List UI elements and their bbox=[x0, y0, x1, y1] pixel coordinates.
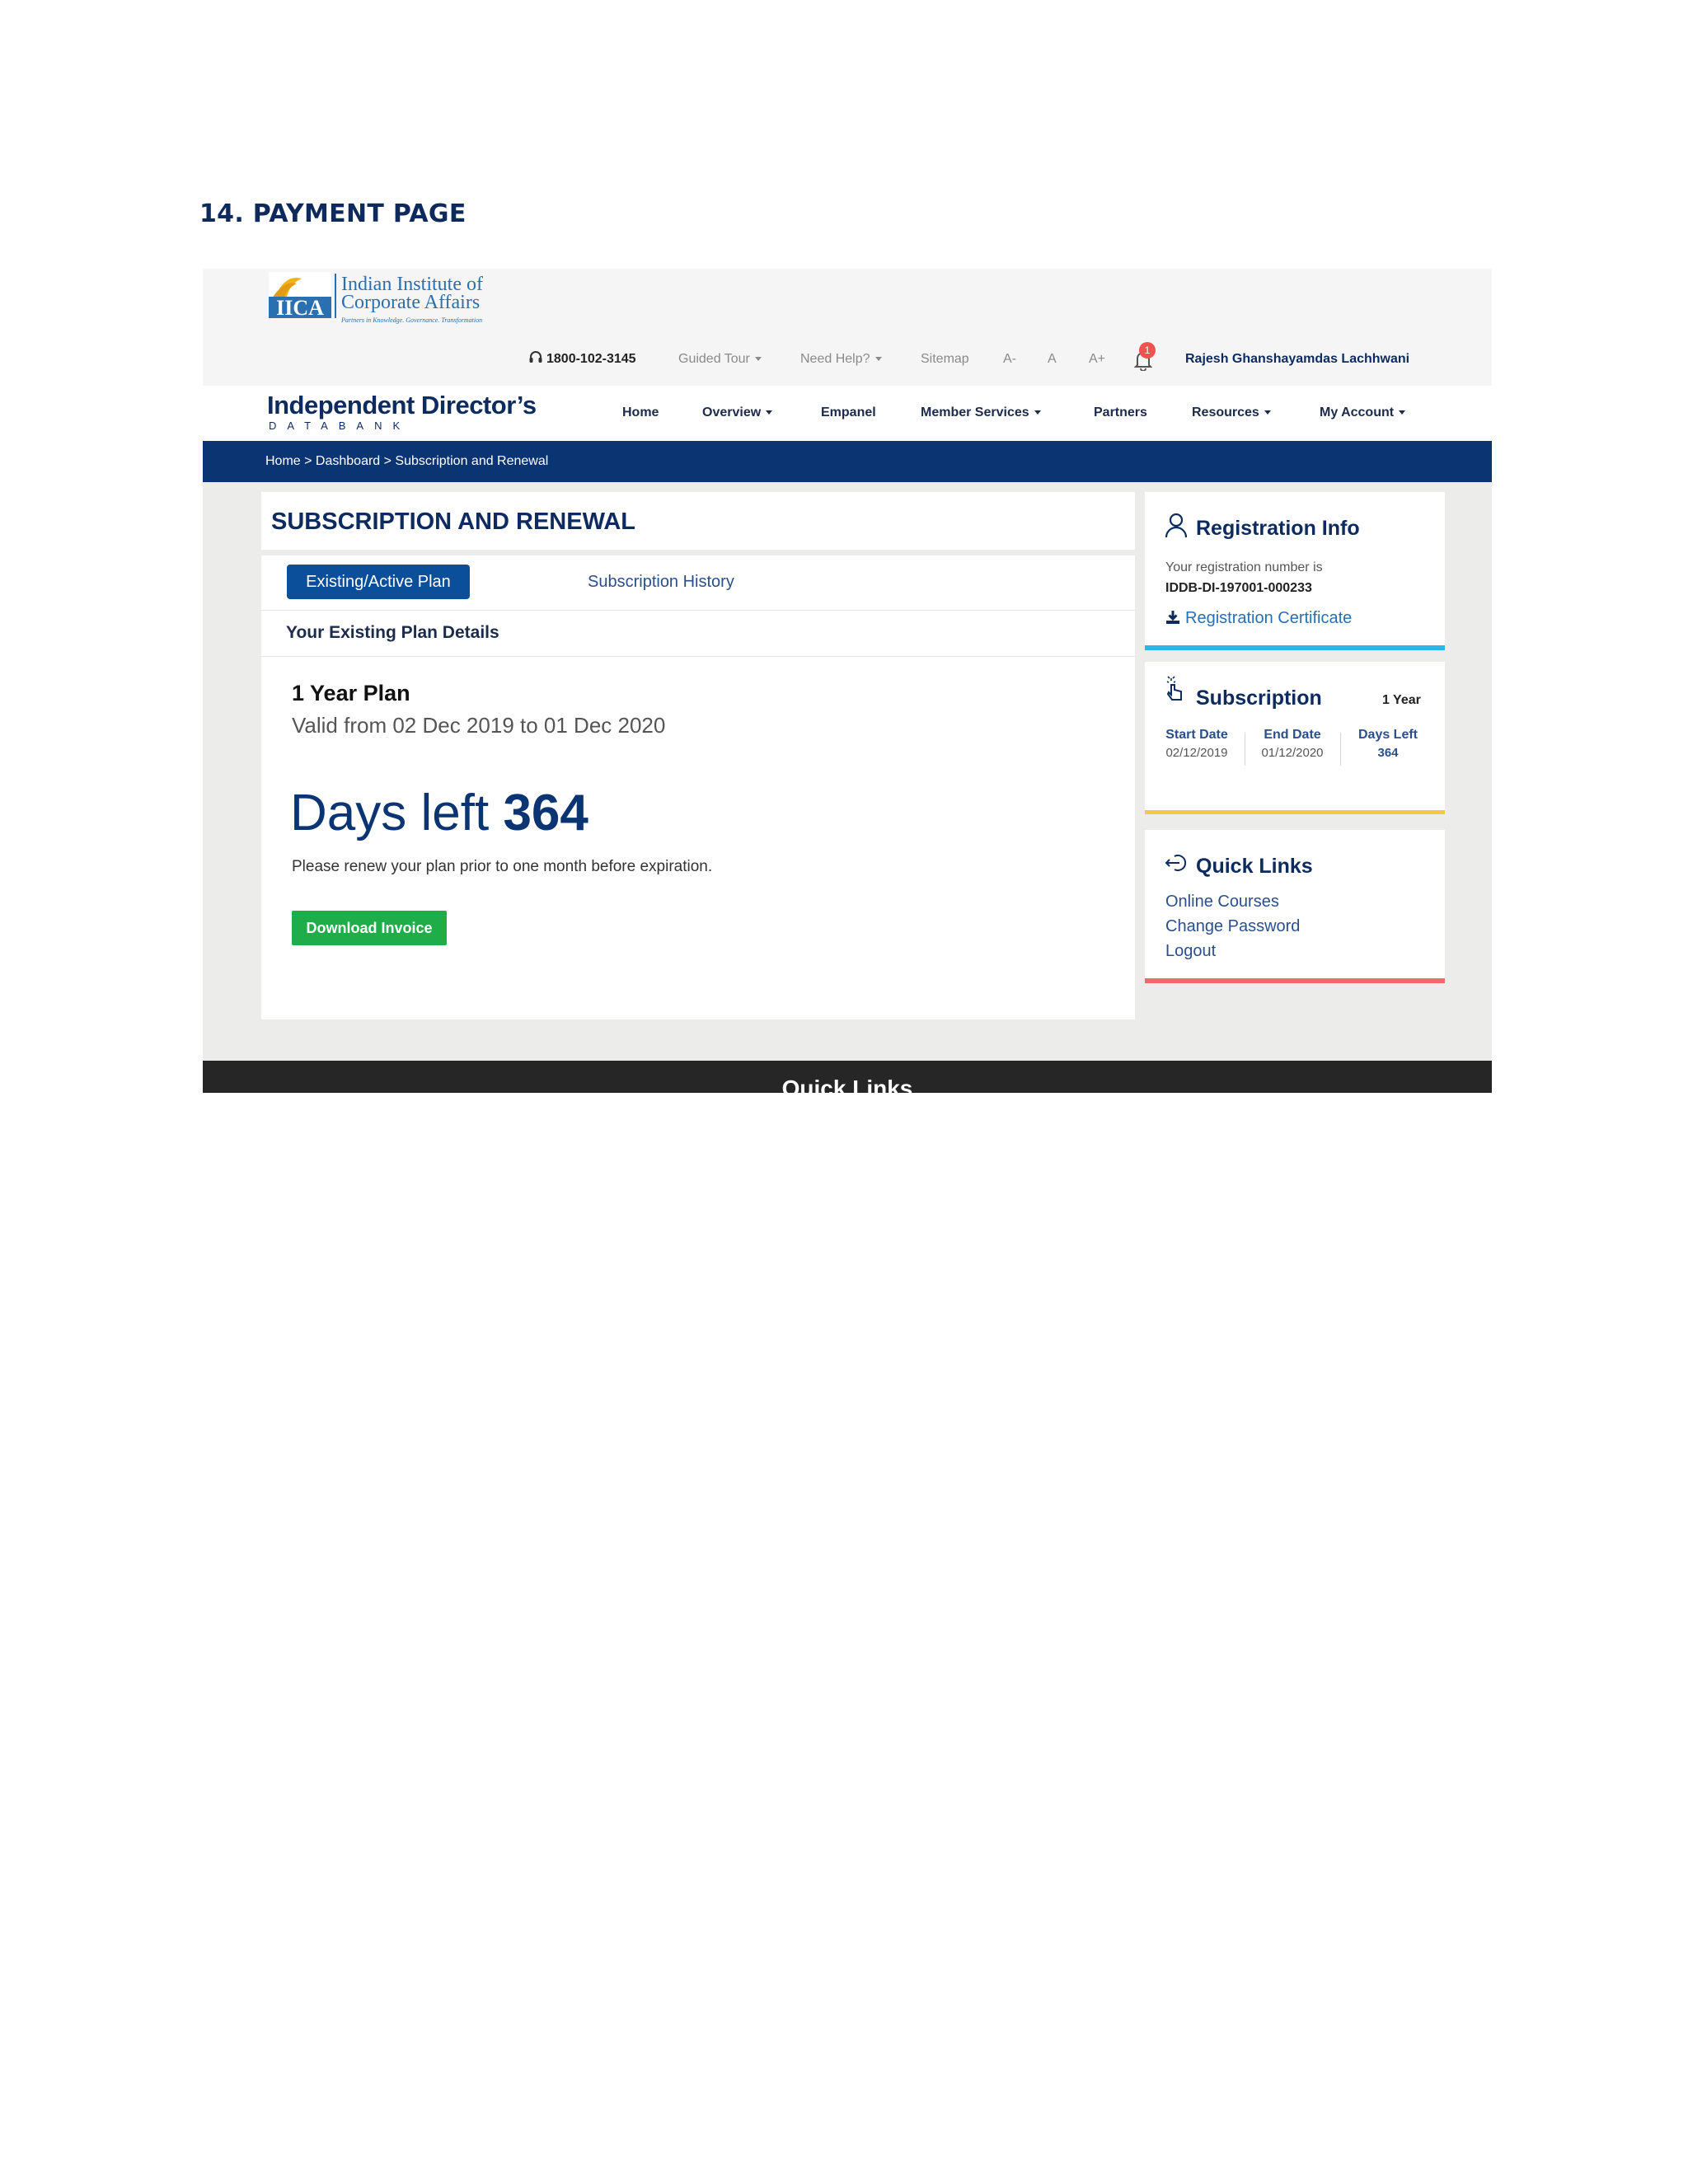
screenshot-frame: IICA Indian Institute of Corporate Affai… bbox=[203, 269, 1492, 1093]
registration-certificate-link[interactable]: Registration Certificate bbox=[1165, 609, 1352, 628]
nav-empanel[interactable]: Empanel bbox=[821, 405, 876, 420]
logo-name-line2: Corporate Affairs bbox=[341, 292, 481, 313]
chevron-down-icon bbox=[1264, 410, 1271, 415]
registration-info-title: Registration Info bbox=[1196, 517, 1360, 540]
tab-subscription-history[interactable]: Subscription History bbox=[588, 573, 734, 592]
need-help-dropdown[interactable]: Need Help? bbox=[800, 350, 882, 368]
guided-tour-dropdown[interactable]: Guided Tour bbox=[678, 350, 762, 368]
nav-my-account[interactable]: My Account bbox=[1320, 405, 1406, 420]
plan-tabs: Existing/Active Plan Subscription Histor… bbox=[261, 555, 1135, 611]
logout-icon bbox=[1165, 855, 1187, 871]
nav-member-services[interactable]: Member Services bbox=[921, 405, 1041, 420]
days-left-value: 364 bbox=[503, 785, 588, 841]
chevron-down-icon bbox=[1034, 410, 1041, 415]
svg-text:IICA: IICA bbox=[276, 296, 324, 318]
registration-info-card: Registration Info Your registration numb… bbox=[1145, 492, 1445, 650]
subscription-panel: SUBSCRIPTION AND RENEWAL Existing/Active… bbox=[261, 492, 1135, 1019]
end-date-label: End Date bbox=[1264, 728, 1321, 742]
nav-resources-label: Resources bbox=[1192, 405, 1259, 419]
user-name-link[interactable]: Rajesh Ghanshayamdas Lachhwani bbox=[1185, 350, 1409, 368]
chevron-down-icon bbox=[754, 357, 762, 362]
top-header: IICA Indian Institute of Corporate Affai… bbox=[203, 269, 1492, 387]
days-left-label: Days left bbox=[290, 785, 490, 841]
nav-home[interactable]: Home bbox=[622, 405, 659, 420]
nav-partners[interactable]: Partners bbox=[1094, 405, 1147, 420]
registration-number-label: Your registration number is bbox=[1165, 560, 1323, 574]
end-date-stat: End Date 01/12/2020 bbox=[1247, 728, 1338, 760]
brand-subtitle: DATABANK bbox=[269, 419, 411, 432]
sitemap-link[interactable]: Sitemap bbox=[921, 350, 969, 368]
plan-details-title: Your Existing Plan Details bbox=[286, 623, 499, 642]
plan-name: 1 Year Plan bbox=[292, 681, 410, 705]
guided-tour-label: Guided Tour bbox=[678, 352, 750, 366]
need-help-label: Need Help? bbox=[800, 352, 870, 366]
days-left-display: Days left 364 bbox=[290, 784, 588, 842]
phone-number[interactable]: 1800-102-3145 bbox=[528, 350, 636, 368]
renew-note: Please renew your plan prior to one mont… bbox=[292, 858, 713, 875]
tab-existing-active-plan[interactable]: Existing/Active Plan bbox=[287, 565, 470, 599]
quick-links-card: Quick Links Online Courses Change Passwo… bbox=[1145, 830, 1445, 983]
nav-overview[interactable]: Overview bbox=[702, 405, 773, 420]
brand-title[interactable]: Independent Director’s bbox=[267, 391, 537, 420]
main-navbar: Independent Director’s DATABANK Home Ove… bbox=[203, 386, 1492, 441]
subscription-card: Subscription 1 Year Start Date 02/12/201… bbox=[1145, 662, 1445, 814]
subscription-duration: 1 Year bbox=[1382, 693, 1421, 707]
plan-validity: Valid from 02 Dec 2019 to 01 Dec 2020 bbox=[292, 713, 666, 738]
headset-icon bbox=[529, 351, 542, 363]
chevron-down-icon bbox=[874, 357, 882, 362]
quick-link-logout[interactable]: Logout bbox=[1165, 942, 1216, 961]
registration-number: IDDB-DI-197001-000233 bbox=[1165, 581, 1312, 595]
registration-certificate-label: Registration Certificate bbox=[1185, 609, 1353, 627]
document-heading: 14. PAYMENT PAGE bbox=[199, 199, 467, 228]
start-date-stat: Start Date 02/12/2019 bbox=[1151, 728, 1242, 760]
plan-details-header: Your Existing Plan Details bbox=[261, 610, 1135, 657]
touch-icon bbox=[1166, 676, 1182, 701]
font-normal-button[interactable]: A bbox=[1048, 350, 1057, 368]
iica-emblem-icon: IICA bbox=[269, 272, 331, 318]
nav-resources[interactable]: Resources bbox=[1192, 405, 1271, 420]
iica-logo[interactable]: IICA Indian Institute of Corporate Affai… bbox=[269, 272, 516, 328]
quick-link-change-password[interactable]: Change Password bbox=[1165, 917, 1300, 936]
stat-divider bbox=[1340, 733, 1341, 766]
footer-title: Quick Links bbox=[781, 1076, 913, 1093]
nav-member-services-label: Member Services bbox=[921, 405, 1029, 419]
logo-divider bbox=[335, 274, 336, 318]
logo-tagline: Partners in Knowledge. Governance. Trans… bbox=[341, 316, 483, 324]
font-decrease-button[interactable]: A- bbox=[1003, 350, 1016, 368]
quick-links-title: Quick Links bbox=[1196, 855, 1313, 878]
font-increase-button[interactable]: A+ bbox=[1089, 350, 1105, 368]
chevron-down-icon bbox=[766, 410, 773, 415]
chevron-down-icon bbox=[1399, 410, 1406, 415]
footer: Quick Links bbox=[203, 1061, 1492, 1093]
days-left-stat-value: 364 bbox=[1377, 746, 1399, 760]
quick-link-online-courses[interactable]: Online Courses bbox=[1165, 893, 1279, 912]
breadcrumb[interactable]: Home > Dashboard > Subscription and Rene… bbox=[265, 454, 548, 469]
page-title: SUBSCRIPTION AND RENEWAL bbox=[271, 509, 635, 535]
days-left-stat: Days Left 364 bbox=[1343, 728, 1433, 760]
breadcrumb-bar: Home > Dashboard > Subscription and Rene… bbox=[203, 441, 1492, 482]
end-date-value: 01/12/2020 bbox=[1261, 746, 1324, 760]
notification-badge: 1 bbox=[1139, 342, 1156, 359]
phone-number-text: 1800-102-3145 bbox=[546, 352, 636, 366]
download-invoice-button[interactable]: Download Invoice bbox=[292, 911, 447, 945]
days-left-stat-label: Days Left bbox=[1357, 728, 1418, 742]
download-icon bbox=[1166, 611, 1179, 624]
nav-overview-label: Overview bbox=[702, 405, 762, 419]
start-date-value: 02/12/2019 bbox=[1165, 746, 1228, 760]
subscription-title: Subscription bbox=[1196, 687, 1322, 710]
panel-header: SUBSCRIPTION AND RENEWAL bbox=[261, 492, 1135, 551]
nav-my-account-label: My Account bbox=[1320, 405, 1395, 419]
panel-separator bbox=[261, 550, 1135, 555]
start-date-label: Start Date bbox=[1165, 728, 1228, 742]
user-icon bbox=[1165, 513, 1188, 538]
